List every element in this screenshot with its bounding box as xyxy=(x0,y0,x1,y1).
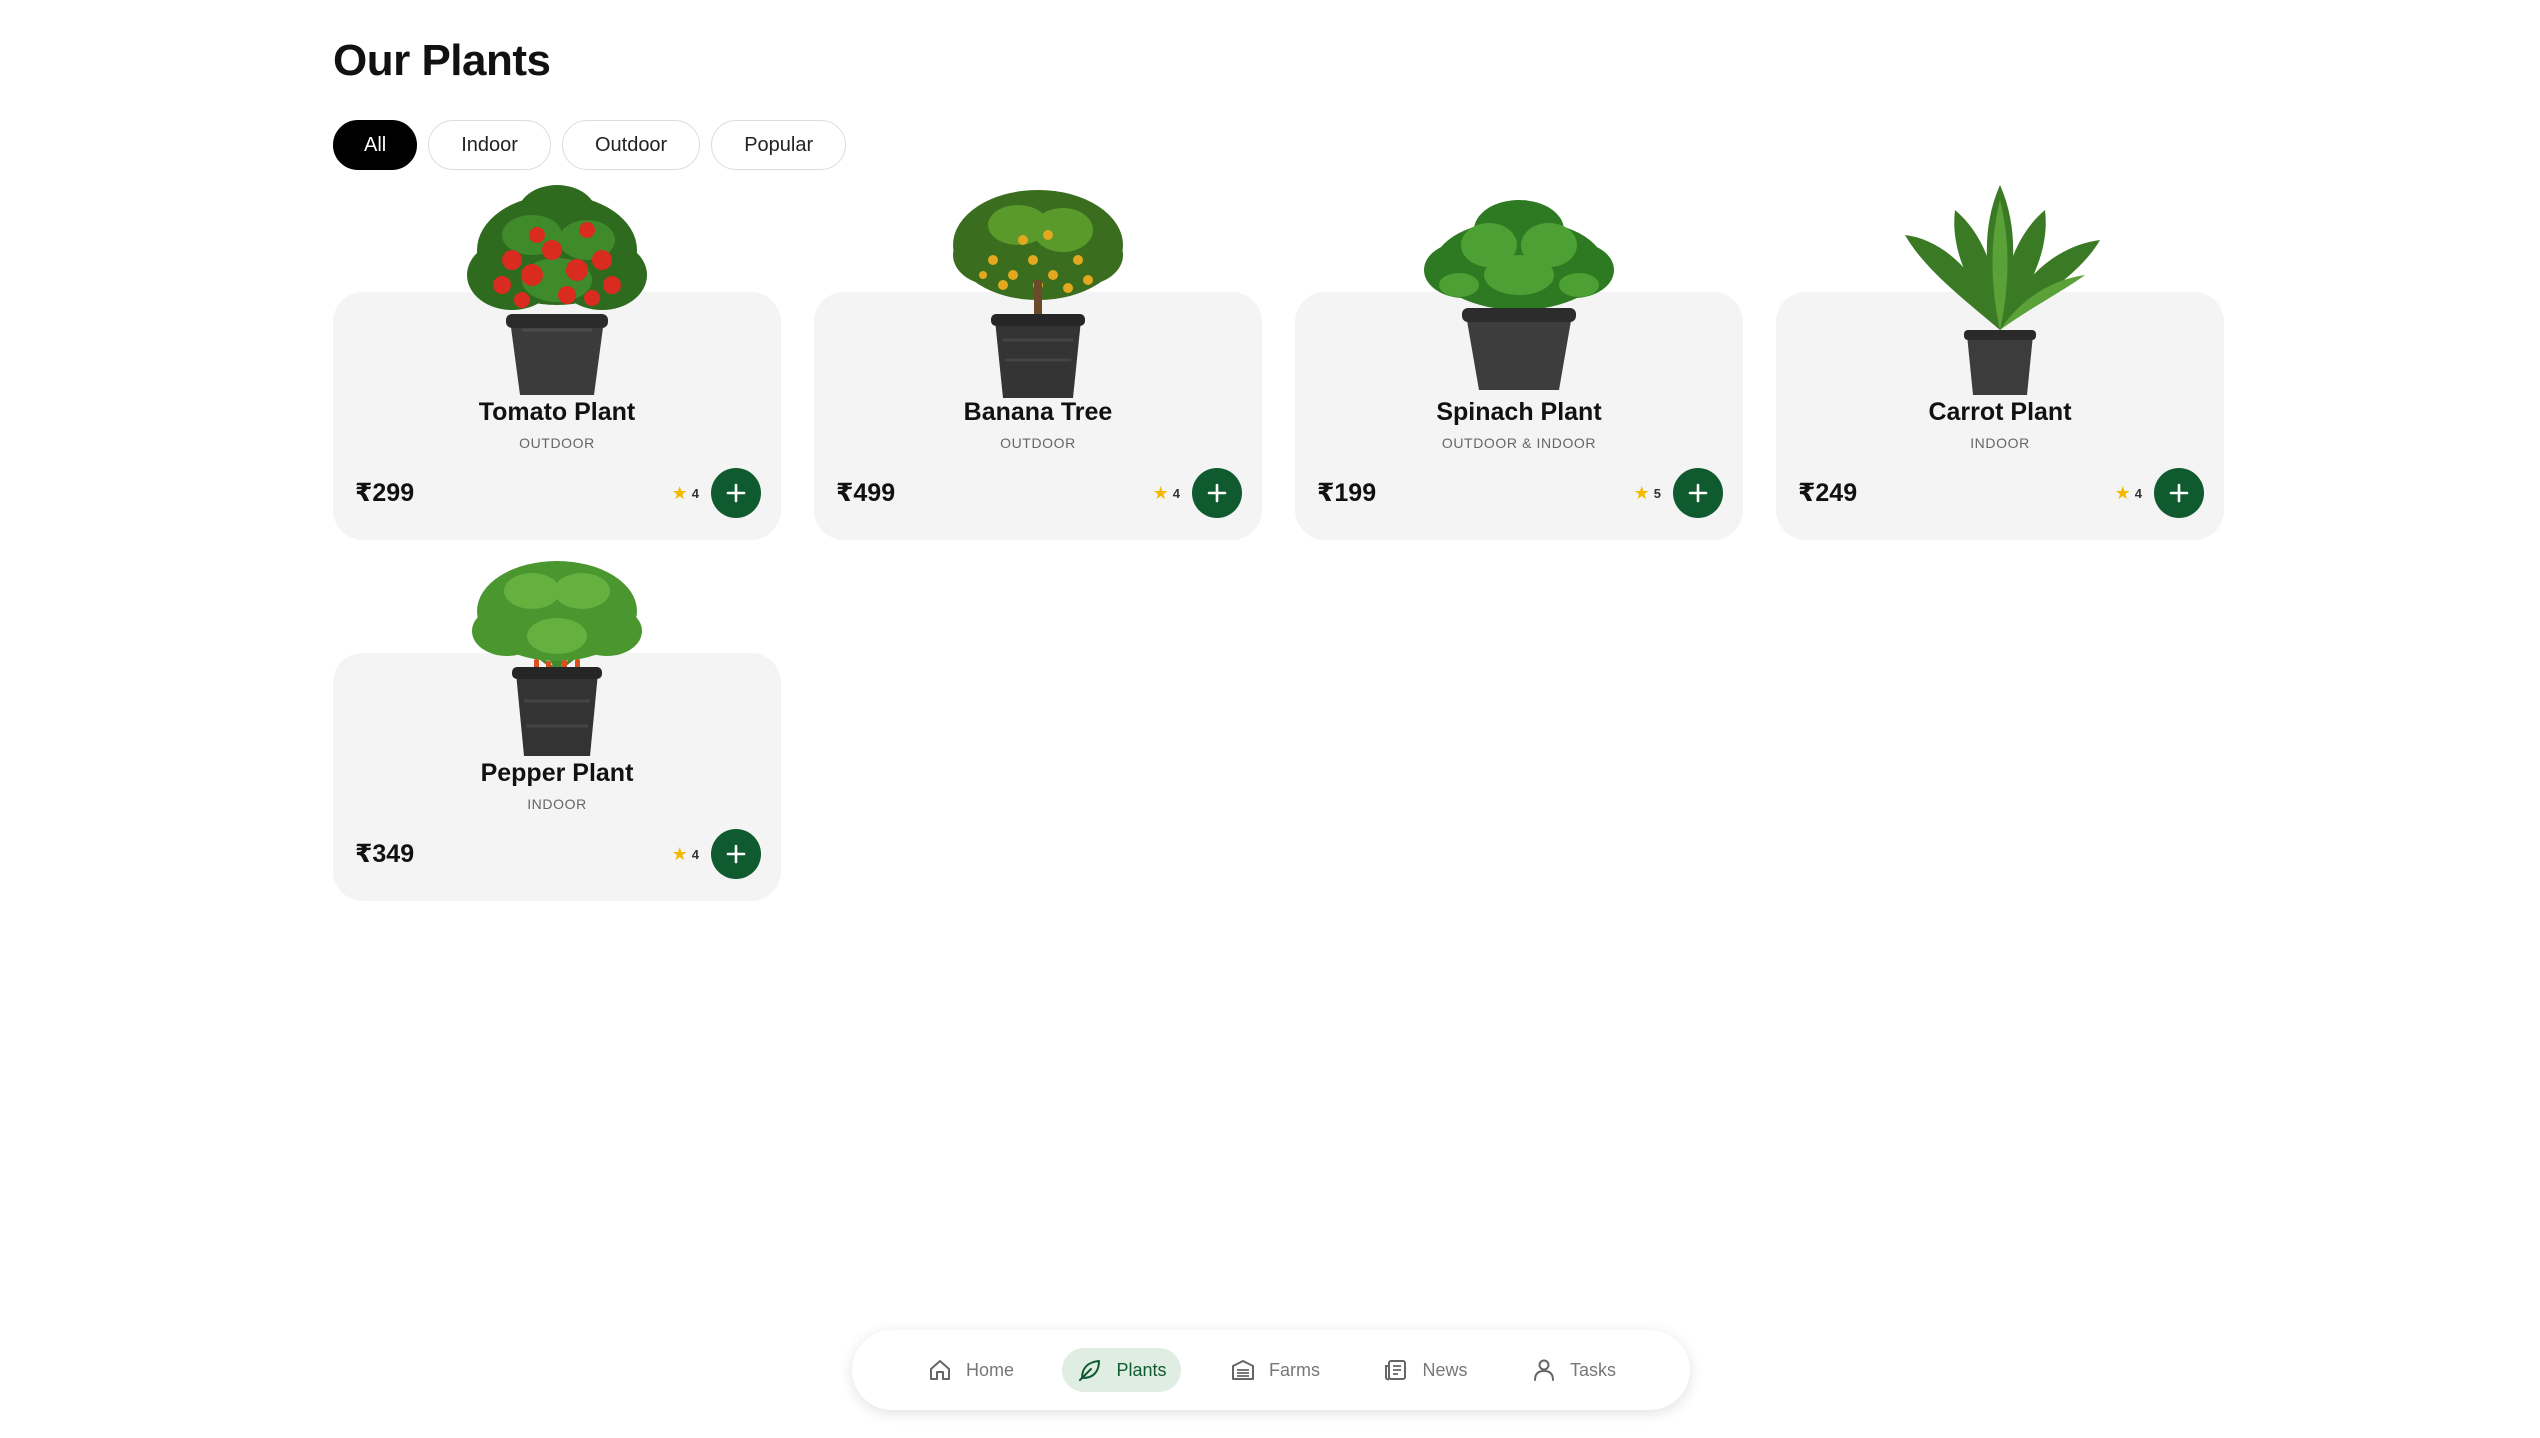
plant-price: ₹249 xyxy=(1798,479,1858,507)
rating-value: 4 xyxy=(691,485,699,501)
plant-card[interactable]: Tomato Plant OUTDOOR ₹299 ★ 4 xyxy=(333,180,781,540)
rating-value: 5 xyxy=(1653,485,1661,501)
plant-name: Pepper Plant xyxy=(480,759,634,787)
filter-chip-popular[interactable]: Popular xyxy=(711,120,847,170)
home-icon xyxy=(930,1360,950,1380)
add-to-cart-button[interactable] xyxy=(711,829,761,879)
star-icon: ★ xyxy=(671,483,688,503)
warehouse-icon xyxy=(1231,1360,1254,1380)
plant-price: ₹199 xyxy=(1317,479,1377,507)
nav-label: News xyxy=(1422,1359,1468,1380)
plant-rating: ★ 4 xyxy=(672,484,699,502)
plus-icon xyxy=(726,844,746,864)
plant-card[interactable]: Pepper Plant INDOOR ₹349 ★ 4 xyxy=(333,541,781,901)
plant-price: ₹299 xyxy=(355,479,415,507)
plant-name: Banana Tree xyxy=(963,398,1113,426)
filter-chips: All Indoor Outdoor Popular xyxy=(333,120,847,170)
star-icon: ★ xyxy=(2114,483,2131,503)
nav-item-plants[interactable]: Plants xyxy=(1062,1348,1181,1392)
plant-card[interactable]: Banana Tree OUTDOOR ₹499 ★ 4 xyxy=(814,180,1262,540)
plant-type: OUTDOOR xyxy=(519,435,595,451)
filter-chip-all[interactable]: All xyxy=(333,120,418,170)
plant-card[interactable]: Spinach Plant OUTDOOR & INDOOR ₹199 ★ 5 xyxy=(1295,180,1743,540)
tomato-plant-image xyxy=(467,185,647,395)
plant-type: INDOOR xyxy=(527,796,587,812)
plant-name: Spinach Plant xyxy=(1436,398,1602,426)
plant-price: ₹499 xyxy=(836,479,896,507)
plus-icon xyxy=(726,483,746,503)
nav-label: Farms xyxy=(1268,1359,1320,1380)
rating-value: 4 xyxy=(691,846,699,862)
newspaper-icon xyxy=(1385,1360,1407,1381)
plus-icon xyxy=(2169,483,2189,503)
plant-card[interactable]: Carrot Plant INDOOR ₹249 ★ 4 xyxy=(1776,180,2224,540)
plant-price: ₹349 xyxy=(355,840,415,868)
plus-icon xyxy=(1688,483,1708,503)
star-icon: ★ xyxy=(1633,483,1650,503)
user-icon xyxy=(1533,1359,1554,1381)
plant-type: OUTDOOR xyxy=(1000,435,1076,451)
leaf-icon xyxy=(1079,1360,1101,1381)
bottom-navigation: Home Plants Farms News Tasks xyxy=(852,1330,1690,1410)
add-to-cart-button[interactable] xyxy=(1192,468,1242,518)
nav-item-news[interactable]: News xyxy=(1368,1348,1481,1392)
plant-type: OUTDOOR & INDOOR xyxy=(1441,435,1597,451)
pepper-plant-image xyxy=(472,561,642,756)
spinach-plant-image xyxy=(1424,200,1614,390)
plant-rating: ★ 5 xyxy=(1634,484,1661,502)
plant-rating: ★ 4 xyxy=(2115,484,2142,502)
plus-icon xyxy=(1207,483,1227,503)
nav-label: Tasks xyxy=(1569,1359,1616,1380)
plant-name: Tomato Plant xyxy=(478,398,636,426)
star-icon: ★ xyxy=(1152,483,1169,503)
star-icon: ★ xyxy=(671,844,688,864)
add-to-cart-button[interactable] xyxy=(711,468,761,518)
page-title: Our Plants xyxy=(333,36,551,85)
carrot-plant-image xyxy=(1905,185,2100,395)
filter-chip-indoor[interactable]: Indoor xyxy=(428,120,551,170)
rating-value: 4 xyxy=(1172,485,1180,501)
nav-item-farms[interactable]: Farms xyxy=(1215,1348,1334,1392)
plant-rating: ★ 4 xyxy=(672,845,699,863)
filter-chip-outdoor[interactable]: Outdoor xyxy=(561,120,701,170)
add-to-cart-button[interactable] xyxy=(1673,468,1723,518)
plant-type: INDOOR xyxy=(1970,435,2030,451)
nav-item-home[interactable]: Home xyxy=(912,1348,1028,1392)
nav-label: Home xyxy=(966,1359,1015,1380)
add-to-cart-button[interactable] xyxy=(2154,468,2204,518)
nav-item-tasks[interactable]: Tasks xyxy=(1516,1348,1630,1392)
plant-rating: ★ 4 xyxy=(1153,484,1180,502)
plant-name: Carrot Plant xyxy=(1928,398,2072,426)
rating-value: 4 xyxy=(2134,485,2142,501)
banana-tree-image xyxy=(953,190,1123,398)
nav-label: Plants xyxy=(1116,1359,1167,1380)
